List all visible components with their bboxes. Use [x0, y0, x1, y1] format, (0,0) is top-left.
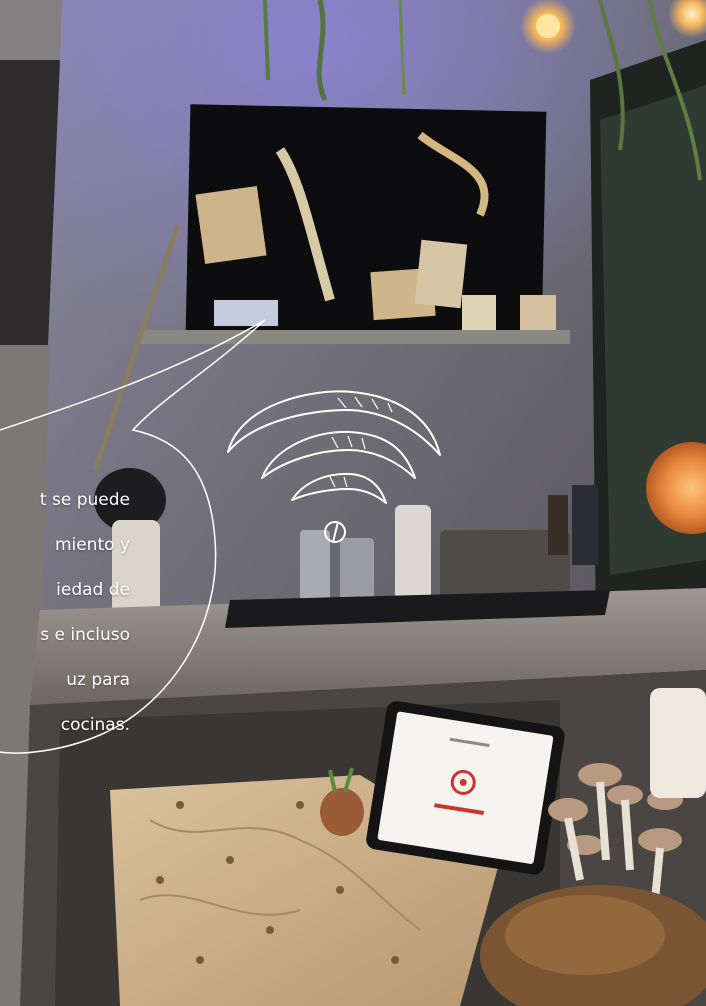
callout-line: uz para [66, 669, 130, 690]
callout-line: iedad de [56, 579, 130, 600]
callout-line: s e incluso [40, 624, 130, 645]
callout-line: t se puede [39, 489, 130, 510]
callout-line: cocinas. [60, 714, 130, 735]
callout-line: miento y [54, 534, 130, 555]
kitchen-photo-scene: t se puede miento y iedad de s e incluso… [0, 0, 706, 1006]
callout-text: t se puede miento y iedad de s e incluso… [0, 466, 130, 759]
